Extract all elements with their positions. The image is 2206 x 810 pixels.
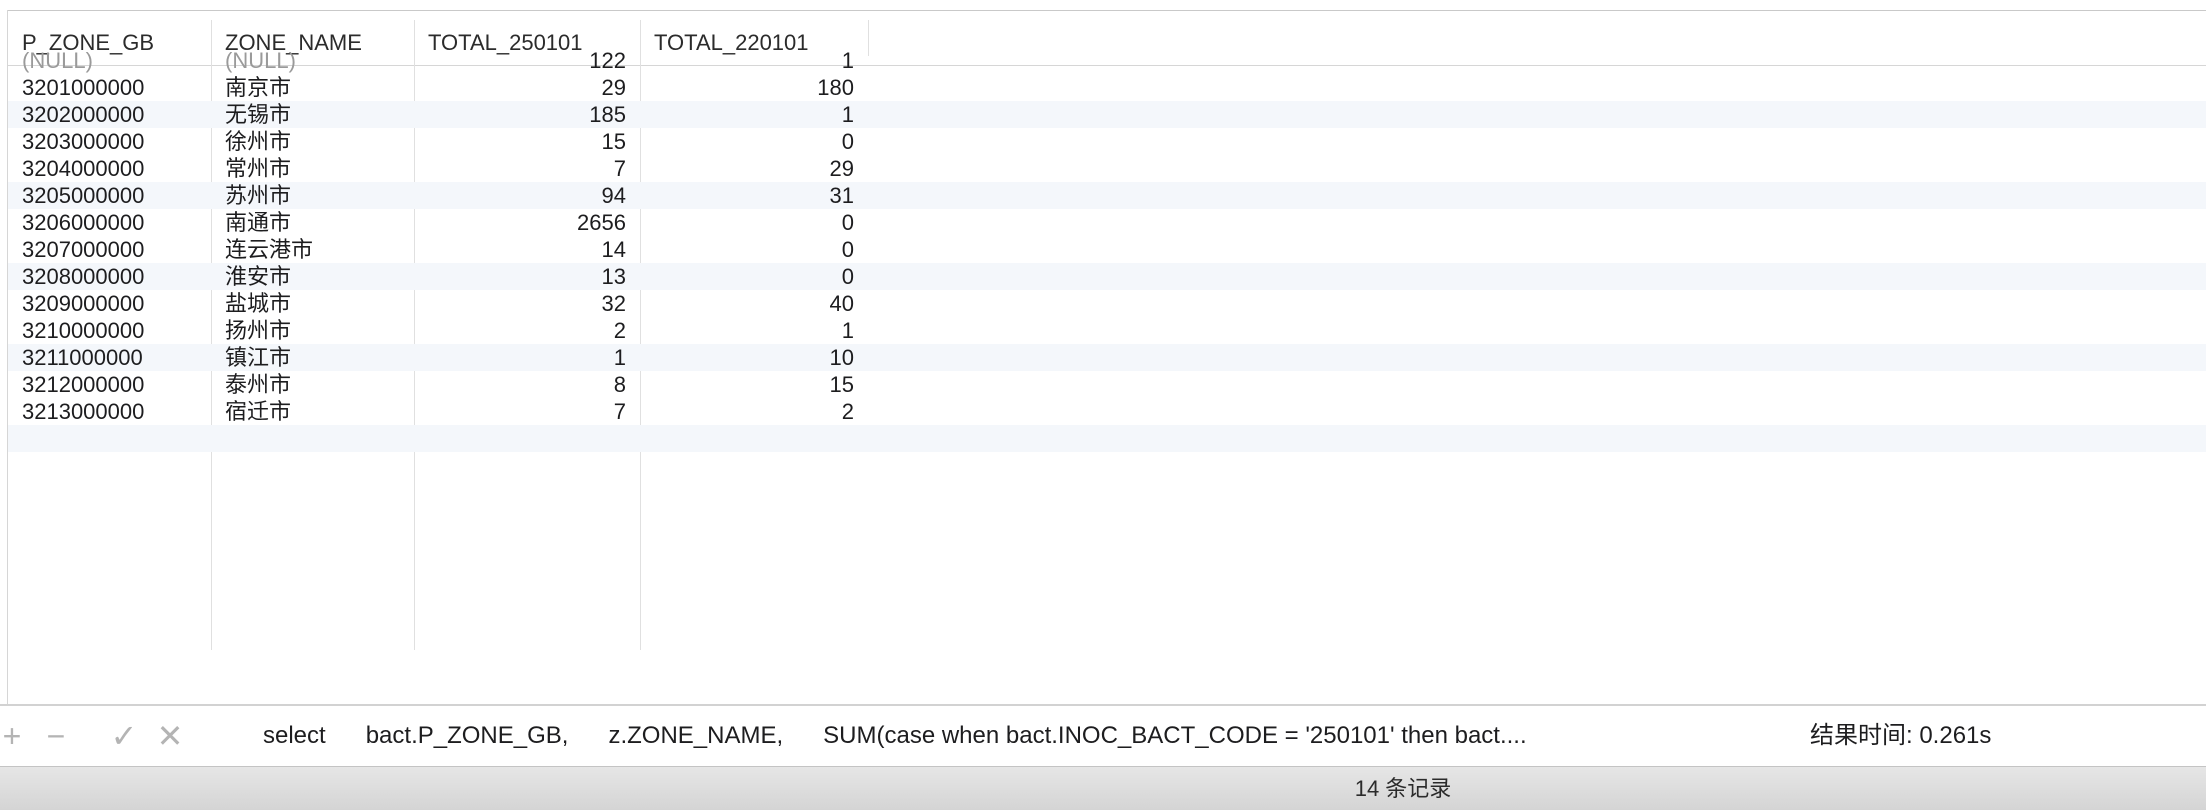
cell-p-zone-gb[interactable]: 3201000000 [8,74,211,101]
cell-zone-name[interactable]: (NULL) [211,47,414,74]
cell-total-220101[interactable]: 10 [640,344,868,371]
table-row[interactable]: 3210000000 扬州市 2 1 [8,317,2206,344]
cell-total-250101[interactable]: 7 [414,155,640,182]
discard-changes-button[interactable]: ✕ [152,714,188,758]
cell-total-250101[interactable]: 1 [414,344,640,371]
table-row[interactable]: 3207000000 连云港市 14 0 [8,236,2206,263]
cell-total-220101[interactable]: 40 [640,290,868,317]
cell-total-220101[interactable]: 29 [640,155,868,182]
cell-p-zone-gb[interactable]: 3204000000 [8,155,211,182]
query-status-bar: + − ✓ ✕ select bact.P_ZONE_GB, z.ZONE_NA… [0,706,2206,766]
cell-zone-name[interactable]: 扬州市 [211,317,414,344]
cell-total-250101[interactable]: 29 [414,74,640,101]
cell-total-220101[interactable]: 0 [640,209,868,236]
cell-total-250101[interactable]: 13 [414,263,640,290]
cell-p-zone-gb[interactable]: 3209000000 [8,290,211,317]
cell-total-250101[interactable]: 15 [414,128,640,155]
cell-total-220101[interactable]: 1 [640,101,868,128]
cell-zone-name[interactable]: 无锡市 [211,101,414,128]
cell-total-250101[interactable]: 32 [414,290,640,317]
cell-zone-name[interactable]: 南通市 [211,209,414,236]
cell-zone-name[interactable]: 宿迁市 [211,398,414,425]
cell-total-250101[interactable]: 14 [414,236,640,263]
cell-total-220101[interactable]: 0 [640,236,868,263]
cell-total-250101[interactable]: 7 [414,398,640,425]
cell-p-zone-gb[interactable]: 3202000000 [8,101,211,128]
table-row[interactable]: 3205000000 苏州市 94 31 [8,182,2206,209]
record-count: 14 条记录 [1354,776,1452,801]
cell-zone-name[interactable]: 南京市 [211,74,414,101]
cell-total-250101[interactable]: 94 [414,182,640,209]
cell-p-zone-gb[interactable]: (NULL) [8,47,211,74]
empty-row[interactable] [8,425,2206,452]
cell-p-zone-gb[interactable]: 3212000000 [8,371,211,398]
cell-zone-name[interactable]: 盐城市 [211,290,414,317]
cell-p-zone-gb[interactable]: 3213000000 [8,398,211,425]
cell-zone-name[interactable]: 常州市 [211,155,414,182]
cell-total-250101[interactable]: 2 [414,317,640,344]
cell-p-zone-gb[interactable]: 3207000000 [8,236,211,263]
cell-p-zone-gb[interactable]: 3211000000 [8,344,211,371]
cell-total-220101[interactable]: 0 [640,263,868,290]
cell-p-zone-gb[interactable]: 3203000000 [8,128,211,155]
cell-total-250101[interactable]: 2656 [414,209,640,236]
cell-total-220101[interactable]: 1 [640,47,868,74]
table-row[interactable]: 3208000000 淮安市 13 0 [8,263,2206,290]
delete-row-button[interactable]: − [38,714,74,758]
table-row[interactable]: 3202000000 无锡市 185 1 [8,101,2206,128]
table-row[interactable]: 3201000000 南京市 29 180 [8,74,2206,101]
cell-total-220101[interactable]: 0 [640,128,868,155]
cell-total-220101[interactable]: 15 [640,371,868,398]
cell-total-220101[interactable]: 31 [640,182,868,209]
cell-total-220101[interactable]: 180 [640,74,868,101]
result-time: 结果时间: 0.261s [1810,722,1992,749]
cell-total-250101[interactable]: 185 [414,101,640,128]
table-row[interactable]: 3203000000 徐州市 15 0 [8,128,2206,155]
add-row-button[interactable]: + [0,714,30,758]
cell-p-zone-gb[interactable]: 3205000000 [8,182,211,209]
result-grid[interactable]: P_ZONE_GB ZONE_NAME TOTAL_250101 TOTAL_2… [8,11,2206,704]
table-row[interactable]: (NULL) (NULL) 122 1 [8,47,2206,74]
cell-p-zone-gb[interactable]: 3210000000 [8,317,211,344]
query-result-window: P_ZONE_GB ZONE_NAME TOTAL_250101 TOTAL_2… [0,0,2206,810]
table-row[interactable]: 3211000000 镇江市 1 10 [8,344,2206,371]
cell-total-250101[interactable]: 8 [414,371,640,398]
cell-total-220101[interactable]: 1 [640,317,868,344]
sql-preview: select bact.P_ZONE_GB, z.ZONE_NAME, SUM(… [263,722,1527,749]
cell-zone-name[interactable]: 苏州市 [211,182,414,209]
apply-changes-button[interactable]: ✓ [106,714,142,758]
table-row[interactable]: 3204000000 常州市 7 29 [8,155,2206,182]
cell-zone-name[interactable]: 镇江市 [211,344,414,371]
footer-bar: 14 条记录 [0,766,2206,810]
table-row[interactable]: 3209000000 盐城市 32 40 [8,290,2206,317]
cell-zone-name[interactable]: 淮安市 [211,263,414,290]
cell-zone-name[interactable]: 泰州市 [211,371,414,398]
table-row[interactable]: 3212000000 泰州市 8 15 [8,371,2206,398]
cell-total-220101[interactable]: 2 [640,398,868,425]
table-row[interactable]: 3206000000 南通市 2656 0 [8,209,2206,236]
cell-total-250101[interactable]: 122 [414,47,640,74]
cell-p-zone-gb[interactable]: 3208000000 [8,263,211,290]
cell-p-zone-gb[interactable]: 3206000000 [8,209,211,236]
table-row[interactable]: 3213000000 宿迁市 7 2 [8,398,2206,425]
cell-zone-name[interactable]: 连云港市 [211,236,414,263]
cell-zone-name[interactable]: 徐州市 [211,128,414,155]
